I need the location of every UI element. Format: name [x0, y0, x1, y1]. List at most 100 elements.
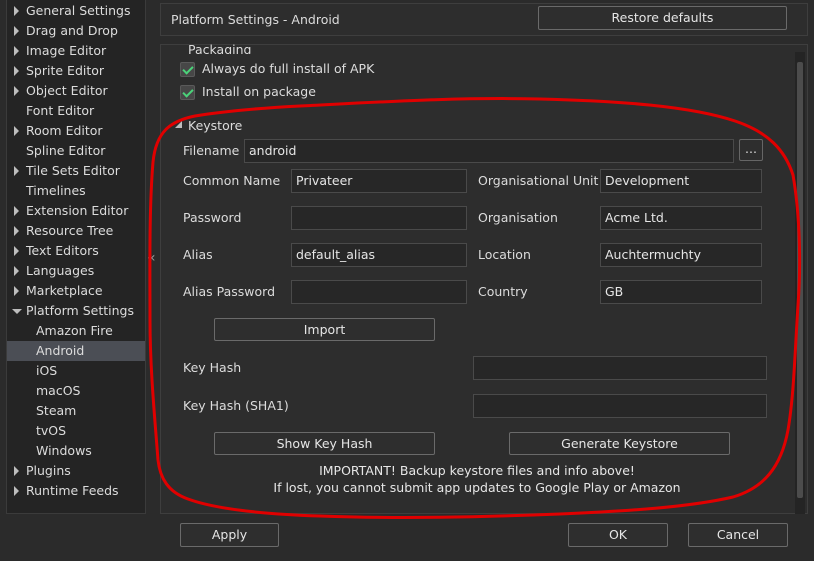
chevron-right-icon[interactable] [12, 221, 22, 241]
tree-item-steam[interactable]: Steam [7, 401, 145, 421]
tree-item-timelines[interactable]: Timelines [7, 181, 145, 201]
tree-item-label: Platform Settings [26, 303, 134, 318]
tree-item-object-editor[interactable]: Object Editor [7, 81, 145, 101]
chevron-right-icon[interactable] [12, 461, 22, 481]
tree-item-languages[interactable]: Languages [7, 261, 145, 281]
country-label: Country [478, 284, 528, 299]
tree-item-sprite-editor[interactable]: Sprite Editor [7, 61, 145, 81]
tree-item-label: General Settings [26, 3, 131, 18]
org-unit-field[interactable]: Development [600, 169, 762, 193]
tree-item-label: Image Editor [26, 43, 107, 58]
chevron-right-icon[interactable] [12, 61, 22, 81]
tree-item-plugins[interactable]: Plugins [7, 461, 145, 481]
chevron-right-icon[interactable] [12, 241, 22, 261]
key-hash-label: Key Hash [183, 360, 242, 375]
ok-button[interactable]: OK [568, 523, 668, 547]
chevron-right-icon[interactable] [12, 121, 22, 141]
tree-item-label: Languages [26, 263, 95, 278]
tree-item-label: tvOS [36, 423, 67, 438]
browse-button[interactable]: ... [739, 139, 763, 161]
tree-item-label: Spline Editor [26, 143, 106, 158]
tree-item-extension-editor[interactable]: Extension Editor [7, 201, 145, 221]
tree-item-spline-editor[interactable]: Spline Editor [7, 141, 145, 161]
tree-item-label: Windows [36, 443, 92, 458]
page-title: Platform Settings - Android [171, 12, 340, 27]
cancel-button[interactable]: Cancel [688, 523, 788, 547]
settings-tree: General Settings Drag and Drop Image Edito… [6, 0, 146, 514]
tree-item-image-editor[interactable]: Image Editor [7, 41, 145, 61]
tree-item-marketplace[interactable]: Marketplace [7, 281, 145, 301]
generate-keystore-button[interactable]: Generate Keystore [509, 432, 730, 455]
common-name-field[interactable]: Privateer [291, 169, 467, 193]
tree-item-label: Extension Editor [26, 203, 129, 218]
password-label: Password [183, 210, 242, 225]
show-key-hash-button[interactable]: Show Key Hash [214, 432, 435, 455]
tree-item-label: Android [36, 343, 85, 358]
keystore-collapse-arrow-icon[interactable] [175, 117, 185, 135]
tree-item-label: Tile Sets Editor [26, 163, 120, 178]
tree-item-tile-sets-editor[interactable]: Tile Sets Editor [7, 161, 145, 181]
tree-item-windows[interactable]: Windows [7, 441, 145, 461]
organisation-field[interactable]: Acme Ltd. [600, 206, 762, 230]
chevron-down-icon[interactable] [12, 301, 22, 321]
alias-password-label: Alias Password [183, 284, 276, 299]
full-install-checkbox[interactable] [180, 62, 195, 77]
tree-item-label: Object Editor [26, 83, 108, 98]
install-on-package-checkbox[interactable] [180, 85, 195, 100]
tree-item-font-editor[interactable]: Font Editor [7, 101, 145, 121]
tree-item-runtime-feeds[interactable]: Runtime Feeds [7, 481, 145, 501]
tree-item-text-editors[interactable]: Text Editors [7, 241, 145, 261]
alias-field[interactable]: default_alias [291, 243, 467, 267]
tree-item-label: Font Editor [26, 103, 95, 118]
filename-field[interactable]: android [244, 139, 734, 163]
tree-item-label: Marketplace [26, 283, 103, 298]
key-hash-sha1-label: Key Hash (SHA1) [183, 398, 289, 413]
full-install-label: Always do full install of APK [202, 61, 375, 76]
chevron-right-icon[interactable] [12, 81, 22, 101]
tree-item-ios[interactable]: iOS [7, 361, 145, 381]
tree-item-label: Timelines [26, 183, 86, 198]
tree-item-general-settings[interactable]: General Settings [7, 1, 145, 21]
tree-item-room-editor[interactable]: Room Editor [7, 121, 145, 141]
alias-password-field[interactable] [291, 280, 467, 304]
tree-item-label: Amazon Fire [36, 323, 113, 338]
tree-item-tvos[interactable]: tvOS [7, 421, 145, 441]
password-field[interactable] [291, 206, 467, 230]
tree-item-label: macOS [36, 383, 81, 398]
backup-notice-line2: If lost, you cannot submit app updates t… [273, 480, 681, 495]
scrollbar-thumb[interactable] [797, 62, 803, 498]
chevron-right-icon[interactable] [12, 201, 22, 221]
organisation-label: Organisation [478, 210, 558, 225]
backup-notice-line1: IMPORTANT! Backup keystore files and inf… [319, 463, 635, 478]
tree-item-label: Runtime Feeds [26, 483, 119, 498]
key-hash-field[interactable] [473, 356, 767, 380]
chevron-right-icon[interactable] [12, 261, 22, 281]
tree-item-amazon-fire[interactable]: Amazon Fire [7, 321, 145, 341]
tree-item-label: Sprite Editor [26, 63, 105, 78]
restore-defaults-button[interactable]: Restore defaults [538, 6, 787, 30]
chevron-right-icon[interactable] [12, 281, 22, 301]
chevron-right-icon[interactable] [12, 481, 22, 501]
tree-item-label: iOS [36, 363, 58, 378]
apply-button[interactable]: Apply [180, 523, 279, 547]
tree-item-android[interactable]: Android [7, 341, 145, 361]
tree-item-macos[interactable]: macOS [7, 381, 145, 401]
chevron-right-icon[interactable] [12, 41, 22, 61]
common-name-label: Common Name [183, 173, 281, 188]
chevron-right-icon[interactable] [12, 1, 22, 21]
location-field[interactable]: Auchtermuchty [600, 243, 762, 267]
import-button[interactable]: Import [214, 318, 435, 341]
chevron-right-icon[interactable] [12, 161, 22, 181]
tree-item-label: Drag and Drop [26, 23, 118, 38]
tree-item-platform-settings[interactable]: Platform Settings [7, 301, 145, 321]
chevron-right-icon[interactable] [12, 21, 22, 41]
tree-item-label: Room Editor [26, 123, 103, 138]
chevron-double-left-icon[interactable]: « [147, 250, 159, 266]
tree-item-drag-and-drop[interactable]: Drag and Drop [7, 21, 145, 41]
tree-item-resource-tree[interactable]: Resource Tree [7, 221, 145, 241]
key-hash-sha1-field[interactable] [473, 394, 767, 418]
alias-label: Alias [183, 247, 213, 262]
country-field[interactable]: GB [600, 280, 762, 304]
tree-item-label: Resource Tree [26, 223, 114, 238]
tree-item-label: Steam [36, 403, 77, 418]
